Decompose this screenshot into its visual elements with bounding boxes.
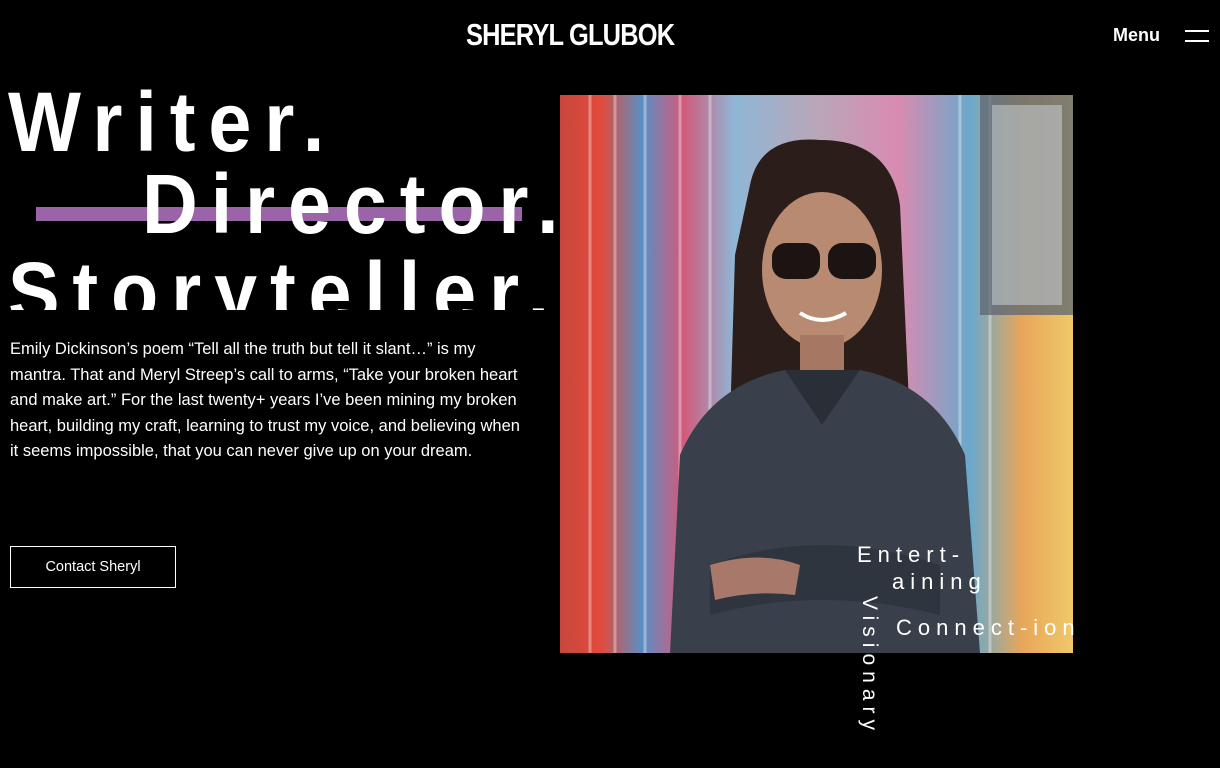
headline-storyteller-clip: Storyteller. bbox=[0, 240, 560, 310]
headline-storyteller: Storyteller. bbox=[8, 245, 560, 310]
photo-tag-connection: Connect-ion bbox=[896, 615, 1081, 640]
menu-label[interactable]: Menu bbox=[1113, 24, 1160, 46]
headline-writer: Writer. bbox=[8, 75, 338, 169]
bio-paragraph: Emily Dickinson’s poem “Tell all the tru… bbox=[10, 340, 520, 461]
headline-director: Director. bbox=[142, 157, 572, 251]
photo-tag-visionary: Visionary bbox=[858, 596, 881, 736]
contact-button[interactable]: Contact Sheryl bbox=[10, 546, 176, 588]
hamburger-menu-icon[interactable] bbox=[1185, 29, 1209, 43]
photo-tag-entertaining-2: aining bbox=[892, 569, 987, 594]
site-logo[interactable]: SHERYL GLUBOK bbox=[466, 16, 675, 54]
photo-tag-entertaining-1: Entert- bbox=[857, 542, 966, 567]
portrait-photo bbox=[560, 95, 1073, 653]
